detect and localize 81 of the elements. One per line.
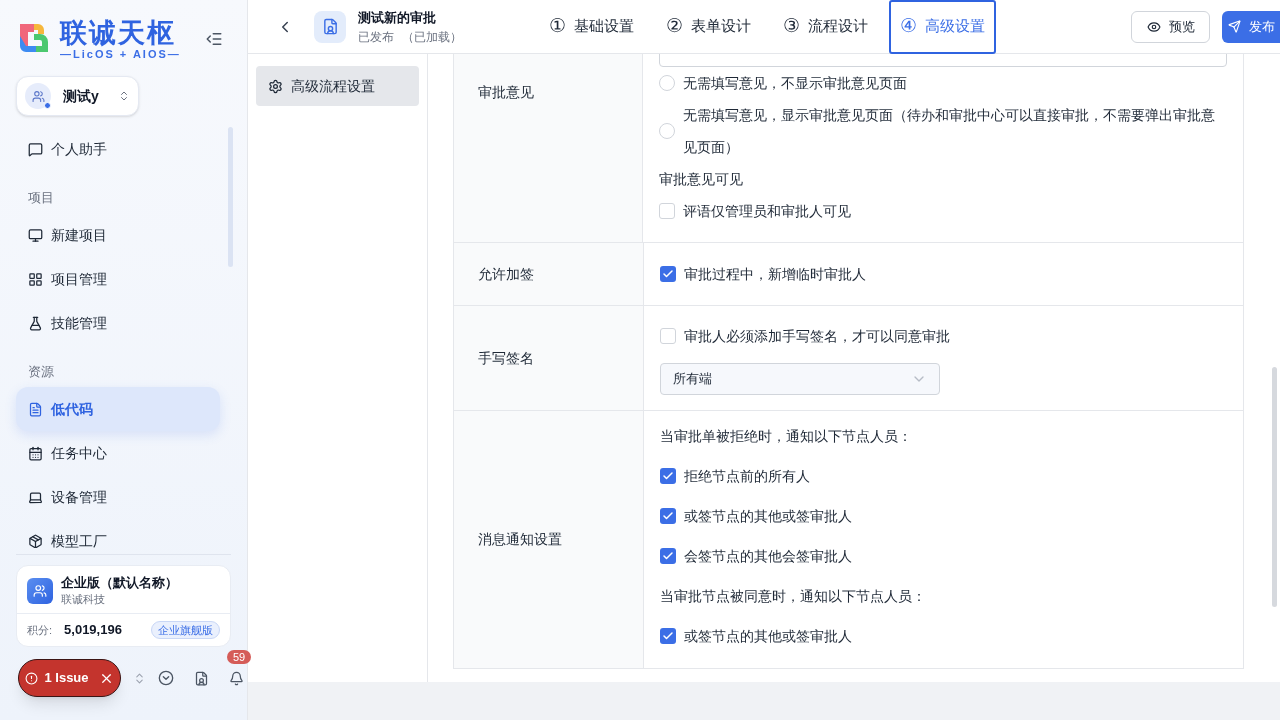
workspace-selector[interactable]: 测试y [16, 76, 139, 116]
logo-name: 联诚天枢 [60, 17, 177, 48]
step-tab[interactable]: ③ 流程设计 [772, 0, 879, 54]
settings-icon [268, 78, 283, 94]
laptop-icon [28, 489, 43, 505]
radio-button[interactable] [659, 123, 675, 139]
checkbox-label: 审批过程中，新增临时审批人 [684, 264, 866, 284]
nav-section-label: 项目 [28, 188, 54, 207]
grid-icon [28, 271, 43, 287]
checkbox-label: 或签节点的其他或签审批人 [684, 506, 852, 526]
check-icon [662, 510, 674, 522]
platform-select[interactable]: 所有端 [660, 363, 940, 395]
checkbox[interactable] [660, 468, 676, 484]
publish-status: 已发布 [358, 28, 394, 46]
collapse-menu-icon[interactable] [205, 30, 223, 48]
option-heading: 当审批单被拒绝时，通知以下节点人员： [660, 426, 912, 446]
checkbox[interactable] [660, 548, 676, 564]
checkbox[interactable] [660, 628, 676, 644]
radio-label: 无需填写意见，显示审批意见页面（待办和审批中心可以直接审批，不需要弹出审批意见页面） [683, 106, 1216, 157]
setting-label: 消息通知设置 [478, 530, 562, 549]
nav-section-label: 资源 [28, 362, 54, 381]
checkbox-label: 或签节点的其他或签审批人 [684, 626, 852, 646]
nav-item[interactable]: 模型工厂 [16, 519, 220, 548]
load-status: （已加载） [402, 28, 462, 46]
step-tab[interactable]: ④ 高级设置 [889, 0, 996, 54]
logo-tagline: —LicOS + AIOS— [60, 47, 181, 61]
nav-item[interactable]: 项目管理 [16, 257, 220, 301]
document-icon [28, 401, 43, 417]
nav-item[interactable]: 任务中心 [16, 431, 220, 475]
nav-item[interactable]: 新建项目 [16, 213, 220, 257]
checkbox-label: 拒绝节点前的所有人 [684, 466, 810, 486]
flask-icon [28, 315, 43, 331]
checkbox[interactable] [660, 508, 676, 524]
form-title: 测试新的审批 [358, 8, 437, 27]
nav-item[interactable]: 设备管理 [16, 475, 220, 519]
notification-bell-icon[interactable] [229, 670, 244, 686]
workspace-avatar-icon [25, 83, 51, 109]
check-icon [662, 630, 674, 642]
form-doc-icon [314, 10, 346, 43]
notification-count-badge: 59 [227, 649, 252, 664]
check-icon [662, 550, 674, 562]
checkbox[interactable] [660, 266, 676, 282]
points-label: 积分: [27, 622, 53, 638]
chat-icon [28, 141, 43, 157]
checkbox[interactable] [660, 328, 676, 344]
step-tab[interactable]: ① 基础设置 [538, 0, 645, 54]
checkbox[interactable] [659, 203, 675, 219]
subnav-item[interactable]: 高级流程设置 [256, 66, 419, 106]
organization-name: 企业版（默认名称） [61, 574, 178, 592]
organization-avatar-icon [27, 577, 53, 604]
radio-button[interactable] [659, 75, 675, 91]
step-tab[interactable]: ② 表单设计 [655, 0, 762, 54]
chevrons-up-down-icon [118, 90, 130, 102]
points-value: 5,019,196 [64, 621, 122, 640]
company-name: 联诚科技 [61, 592, 106, 607]
option-heading: 审批意见可见 [659, 169, 743, 189]
calendar-icon [28, 445, 43, 461]
setting-label: 审批意见 [478, 83, 534, 102]
checkbox-label: 会签节点的其他会签审批人 [684, 546, 852, 566]
plan-badge: 企业旗舰版 [151, 621, 220, 639]
publish-button[interactable]: 发布 [1222, 10, 1280, 43]
send-icon [1227, 20, 1241, 33]
issue-button[interactable]: 1 Issue [18, 659, 121, 697]
eye-icon [1146, 19, 1161, 34]
option-heading: 当审批节点被同意时，通知以下节点人员： [660, 586, 926, 606]
check-icon [662, 268, 674, 280]
nav-item[interactable]: 个人助手 [16, 127, 220, 171]
checkbox-label: 评语仅管理员和审批人可见 [683, 201, 851, 221]
nav-item[interactable]: 低代码 [16, 387, 220, 431]
radio-label: 无需填写意见，不显示审批意见页面 [683, 74, 908, 93]
preview-button[interactable]: 预览 [1131, 10, 1210, 43]
checkbox-label: 审批人必须添加手写签名，才可以同意审批 [684, 326, 950, 346]
setting-label: 允许加签 [478, 264, 534, 284]
monitor-icon [28, 227, 43, 243]
setting-label: 手写签名 [478, 348, 534, 368]
check-icon [662, 470, 674, 482]
alert-icon [25, 671, 39, 685]
document-user-icon[interactable] [194, 670, 209, 686]
box-icon [28, 533, 43, 548]
circle-chevron-down-icon[interactable] [158, 670, 174, 686]
nav-item[interactable]: 技能管理 [16, 301, 220, 345]
